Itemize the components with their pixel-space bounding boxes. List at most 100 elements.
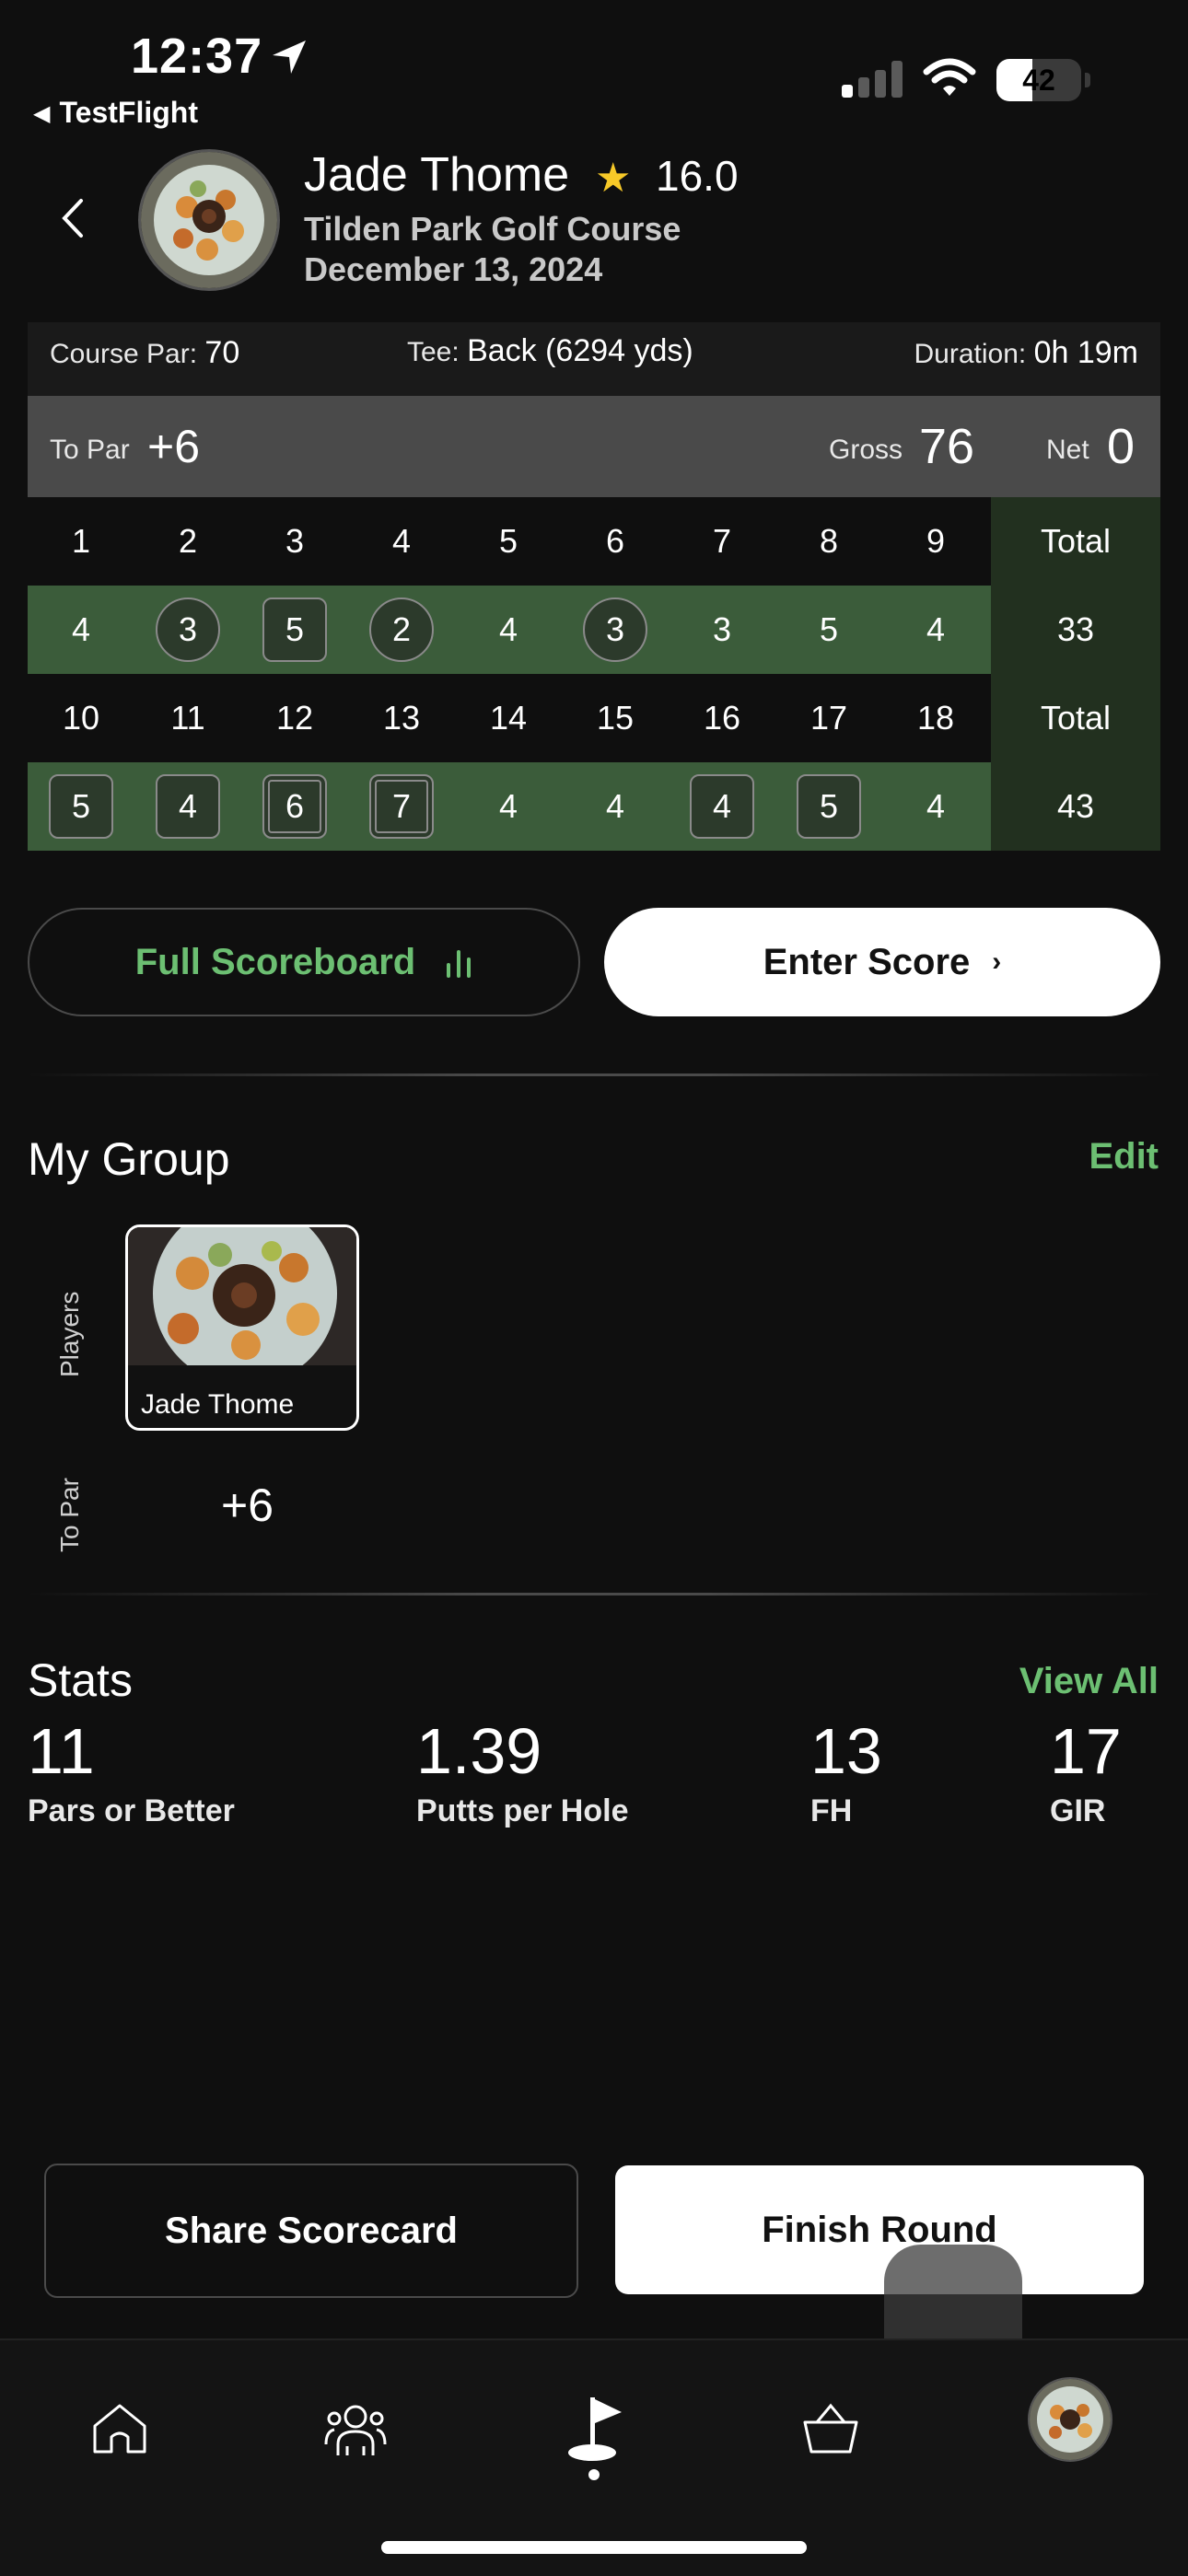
- player-avatar[interactable]: [138, 149, 280, 291]
- to-par-value: +6: [147, 421, 201, 472]
- hole-score-cell[interactable]: 4: [28, 586, 134, 674]
- score-marker-circle: 3: [156, 598, 220, 662]
- star-icon: ★: [595, 156, 632, 201]
- hole-score-cell[interactable]: 4: [882, 762, 989, 851]
- duration-label: Duration:: [914, 339, 1027, 369]
- profile-avatar-icon: [1030, 2379, 1111, 2460]
- gross-value: 76: [919, 419, 975, 474]
- hole-score-cell[interactable]: 4: [562, 762, 669, 851]
- player-name: Jade Thome: [304, 148, 570, 202]
- tab-round[interactable]: [557, 2392, 631, 2466]
- view-all-stats-link[interactable]: View All: [1019, 1661, 1159, 1702]
- hole-number: 18: [916, 699, 955, 737]
- course-par-value: 70: [204, 335, 240, 370]
- hole-score-cell[interactable]: 4: [455, 762, 562, 851]
- hole-score-cell[interactable]: 3: [562, 586, 669, 674]
- stat-value: 17: [1050, 1715, 1122, 1787]
- hole-score-cell[interactable]: 4: [455, 586, 562, 674]
- cellular-signal-icon: [842, 61, 906, 98]
- score-marker-circle: 2: [369, 598, 434, 662]
- hole-score-cell[interactable]: 6: [241, 762, 348, 851]
- back-app-label: TestFlight: [59, 96, 198, 129]
- player-card-name: Jade Thome: [141, 1389, 295, 1420]
- score-value: 4: [71, 610, 91, 648]
- hole-number: 14: [489, 699, 528, 737]
- score-marker-square: 5: [49, 774, 113, 839]
- duration-info: Duration: 0h 19m: [914, 335, 1138, 371]
- hole-number: 15: [596, 699, 635, 737]
- wifi-icon: [923, 58, 976, 96]
- tab-shop[interactable]: [794, 2392, 868, 2466]
- hole-score-cell[interactable]: 2: [348, 586, 455, 674]
- front-nine-scores-row[interactable]: 4 3 5 2 4 3 3 5 4 33: [28, 586, 1160, 674]
- full-scoreboard-label: Full Scoreboard: [134, 941, 416, 982]
- course-par: Course Par: 70: [50, 335, 239, 371]
- hole-score-cell[interactable]: 4: [882, 586, 989, 674]
- stats-title: Stats: [28, 1654, 133, 1706]
- hole-score-cell[interactable]: 7: [348, 762, 455, 851]
- round-date: December 13, 2024: [304, 250, 603, 288]
- hole-score-cell[interactable]: 5: [241, 586, 348, 674]
- people-icon: [324, 2405, 387, 2455]
- hole-number: 6: [605, 522, 625, 560]
- home-icon: [93, 2404, 146, 2454]
- hole-score-cell[interactable]: 3: [669, 586, 775, 674]
- stat-value: 11: [28, 1715, 95, 1787]
- total-header: Total: [991, 497, 1160, 586]
- full-scoreboard-button[interactable]: Full Scoreboard: [28, 908, 580, 1016]
- divider: [28, 1593, 1160, 1595]
- chevron-right-icon: ›: [992, 946, 1002, 977]
- enter-score-label: Enter Score: [763, 941, 971, 982]
- tab-home[interactable]: [83, 2392, 157, 2466]
- gross-label: Gross: [829, 435, 903, 465]
- hole-score-cell[interactable]: 4: [134, 762, 241, 851]
- food-photo: [141, 152, 277, 288]
- bar-chart-icon: [445, 946, 472, 978]
- course-name: Tilden Park Golf Course: [304, 210, 681, 248]
- hole-number: 11: [170, 699, 205, 737]
- tab-people[interactable]: [319, 2392, 392, 2466]
- front-nine-holes-row: 1 2 3 4 5 6 7 8 9 Total: [28, 497, 1160, 586]
- stat-label: Pars or Better: [28, 1793, 235, 1828]
- tab-profile-avatar[interactable]: [1028, 2377, 1112, 2462]
- hole-score-cell[interactable]: 5: [775, 586, 882, 674]
- score-marker-dsquare: 6: [262, 774, 327, 839]
- back-to-app-link[interactable]: ◀ TestFlight: [33, 96, 198, 130]
- battery-level: 42: [1022, 64, 1055, 97]
- hole-score-cell[interactable]: 3: [134, 586, 241, 674]
- active-tab-indicator: [588, 2469, 600, 2480]
- players-label: Players: [55, 1291, 84, 1377]
- to-par-row-label: To Par: [55, 1478, 84, 1552]
- hole-number: 9: [926, 522, 946, 560]
- hole-score-cell[interactable]: 5: [28, 762, 134, 851]
- score-value: 4: [926, 787, 946, 825]
- share-scorecard-button[interactable]: Share Scorecard: [44, 2164, 578, 2298]
- back-chevron-icon[interactable]: [55, 195, 92, 241]
- hole-score-cell[interactable]: 5: [775, 762, 882, 851]
- edit-group-link[interactable]: Edit: [1089, 1136, 1159, 1178]
- hole-number: 12: [275, 699, 314, 737]
- hole-number: 8: [819, 522, 839, 560]
- nine-total-score: 33: [991, 586, 1160, 674]
- tee-value: Back (6294 yds): [467, 333, 693, 368]
- round-info-row: Course Par: 70 Tee: Back (6294 yds) Dura…: [28, 322, 1160, 396]
- player-card[interactable]: Jade Thome: [125, 1224, 359, 1431]
- hole-score-cell[interactable]: 4: [669, 762, 775, 851]
- tee-info: Tee: Back (6294 yds): [407, 333, 693, 369]
- total-header: Total: [991, 674, 1160, 762]
- home-indicator: [381, 2541, 807, 2554]
- hole-number: 3: [285, 522, 305, 560]
- player-card-photo: [128, 1227, 356, 1365]
- score-marker-dsquare: 7: [369, 774, 434, 839]
- stat-label: Putts per Hole: [416, 1793, 629, 1828]
- player-to-par: +6: [221, 1479, 274, 1531]
- score-value: 3: [712, 610, 732, 648]
- location-arrow-icon: [273, 41, 306, 74]
- course-par-label: Course Par:: [50, 339, 198, 369]
- back-nine-scores-row[interactable]: 5 4 6 7 4 4 4 5 4 43: [28, 762, 1160, 851]
- enter-score-button[interactable]: Enter Score ›: [604, 908, 1160, 1016]
- finish-round-button[interactable]: Finish Round: [615, 2165, 1144, 2294]
- score-value: 4: [498, 610, 518, 648]
- score-value: 4: [498, 787, 518, 825]
- hole-number: 17: [809, 699, 848, 737]
